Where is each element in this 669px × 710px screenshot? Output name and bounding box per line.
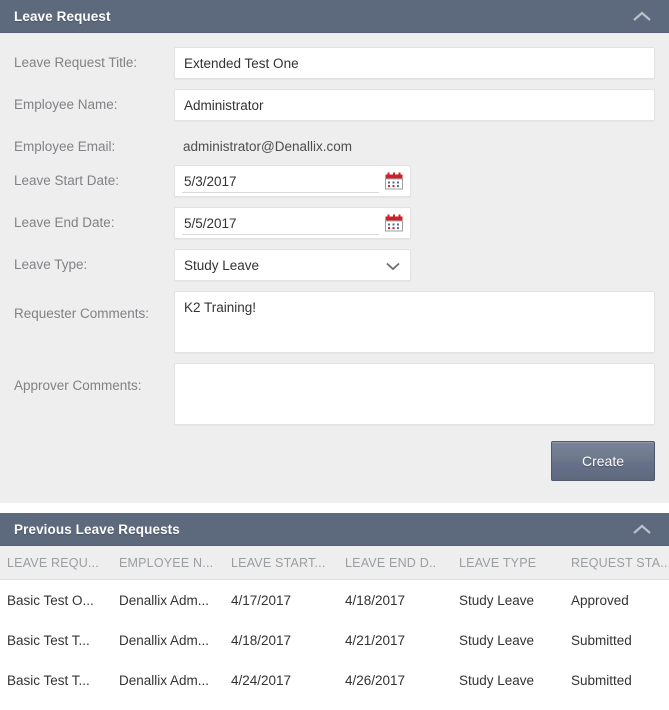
cell-employee-name: Denallix Adm...: [119, 672, 210, 688]
cell-status: Submitted: [571, 672, 632, 688]
end-date-underline: [182, 234, 379, 235]
label-end-date: Leave End Date:: [14, 215, 115, 230]
cell-request-title: Basic Test T...: [7, 632, 90, 648]
label-employee-email: Employee Email:: [14, 139, 116, 154]
employee-name-input[interactable]: Administrator: [174, 89, 655, 121]
cell-request-title: Basic Test O...: [7, 592, 94, 608]
column-header-leave-start-date[interactable]: LEAVE START...: [224, 556, 338, 570]
field-row-employee-email: Employee Email: administrator@Denallix.c…: [14, 131, 655, 155]
chevron-up-icon[interactable]: [629, 522, 655, 538]
column-header-employee-name[interactable]: EMPLOYEE N...: [112, 556, 224, 570]
panel-title: Leave Request: [14, 9, 111, 24]
request-title-field-wrap: Extended Test One: [174, 47, 655, 79]
label-requester-comments: Requester Comments:: [14, 306, 150, 321]
cell-start-date: 4/17/2017: [231, 592, 292, 608]
previous-leave-requests-header[interactable]: Previous Leave Requests: [0, 513, 669, 546]
label-start-date: Leave Start Date:: [14, 173, 120, 188]
cell-request-title: Basic Test T...: [7, 672, 90, 688]
calendar-icon[interactable]: [385, 214, 403, 232]
start-date-underline: [182, 192, 379, 193]
employee-email-value: administrator@Denallix.com: [183, 139, 353, 154]
label-employee-name: Employee Name:: [14, 97, 118, 112]
approver-comments-textarea[interactable]: [174, 363, 655, 425]
column-header-leave-end-date[interactable]: LEAVE END D..: [338, 556, 452, 570]
table-header-row: LEAVE REQU... EMPLOYEE N... LEAVE START.…: [0, 546, 669, 580]
cell-leave-type: Study Leave: [459, 632, 535, 648]
cell-start-date: 4/18/2017: [231, 632, 292, 648]
employee-name-field-wrap: Administrator: [174, 89, 655, 121]
cell-status: Submitted: [571, 632, 632, 648]
label-approver-comments: Approver Comments:: [14, 378, 142, 393]
previous-leave-requests-table: LEAVE REQU... EMPLOYEE N... LEAVE START.…: [0, 546, 669, 700]
field-row-start-date: Leave Start Date: 5/3/2017: [14, 165, 655, 197]
leave-request-form: Leave Request Title: Extended Test One E…: [0, 33, 669, 425]
cell-start-date: 4/24/2017: [231, 672, 292, 688]
field-row-employee-name: Employee Name: Administrator: [14, 89, 655, 121]
cell-end-date: 4/21/2017: [345, 632, 406, 648]
field-row-approver-comments: Approver Comments:: [14, 363, 655, 425]
table-row[interactable]: Basic Test T... Denallix Adm... 4/24/201…: [0, 660, 669, 700]
leave-type-select[interactable]: Study Leave: [174, 249, 411, 281]
panel-divider: [0, 503, 669, 513]
leave-type-field-wrap: Study Leave: [174, 249, 411, 281]
column-header-leave-request-title[interactable]: LEAVE REQU...: [0, 556, 112, 570]
start-date-field-wrap: 5/3/2017: [174, 165, 411, 197]
field-row-requester-comments: Requester Comments: K2 Training!: [14, 291, 655, 353]
chevron-down-icon[interactable]: [383, 259, 403, 271]
leave-request-panel: Leave Request Leave Request Title: Exten…: [0, 0, 669, 503]
cell-status: Approved: [571, 592, 629, 608]
panel-title: Previous Leave Requests: [14, 522, 180, 537]
label-leave-type: Leave Type:: [14, 257, 88, 272]
requester-comments-textarea[interactable]: K2 Training!: [174, 291, 655, 353]
create-button[interactable]: Create: [551, 441, 655, 481]
previous-leave-requests-panel: Previous Leave Requests LEAVE REQU... EM…: [0, 513, 669, 700]
chevron-up-icon[interactable]: [629, 9, 655, 25]
cell-employee-name: Denallix Adm...: [119, 592, 210, 608]
request-title-input[interactable]: Extended Test One: [174, 47, 655, 79]
calendar-icon[interactable]: [385, 172, 403, 190]
column-header-leave-type[interactable]: LEAVE TYPE: [452, 556, 564, 570]
column-header-request-status[interactable]: REQUEST STA..: [564, 556, 669, 570]
cell-employee-name: Denallix Adm...: [119, 632, 210, 648]
end-date-field-wrap: 5/5/2017: [174, 207, 411, 239]
field-row-leave-type: Leave Type: Study Leave: [14, 249, 655, 281]
form-actions: Create: [0, 435, 669, 503]
cell-leave-type: Study Leave: [459, 672, 535, 688]
label-request-title: Leave Request Title:: [14, 55, 138, 70]
table-row[interactable]: Basic Test T... Denallix Adm... 4/18/201…: [0, 620, 669, 660]
cell-leave-type: Study Leave: [459, 592, 535, 608]
table-row[interactable]: Basic Test O... Denallix Adm... 4/17/201…: [0, 580, 669, 620]
cell-end-date: 4/18/2017: [345, 592, 406, 608]
field-row-request-title: Leave Request Title: Extended Test One: [14, 47, 655, 79]
field-row-end-date: Leave End Date: 5/5/2017: [14, 207, 655, 239]
cell-end-date: 4/26/2017: [345, 672, 406, 688]
leave-request-panel-header[interactable]: Leave Request: [0, 0, 669, 33]
